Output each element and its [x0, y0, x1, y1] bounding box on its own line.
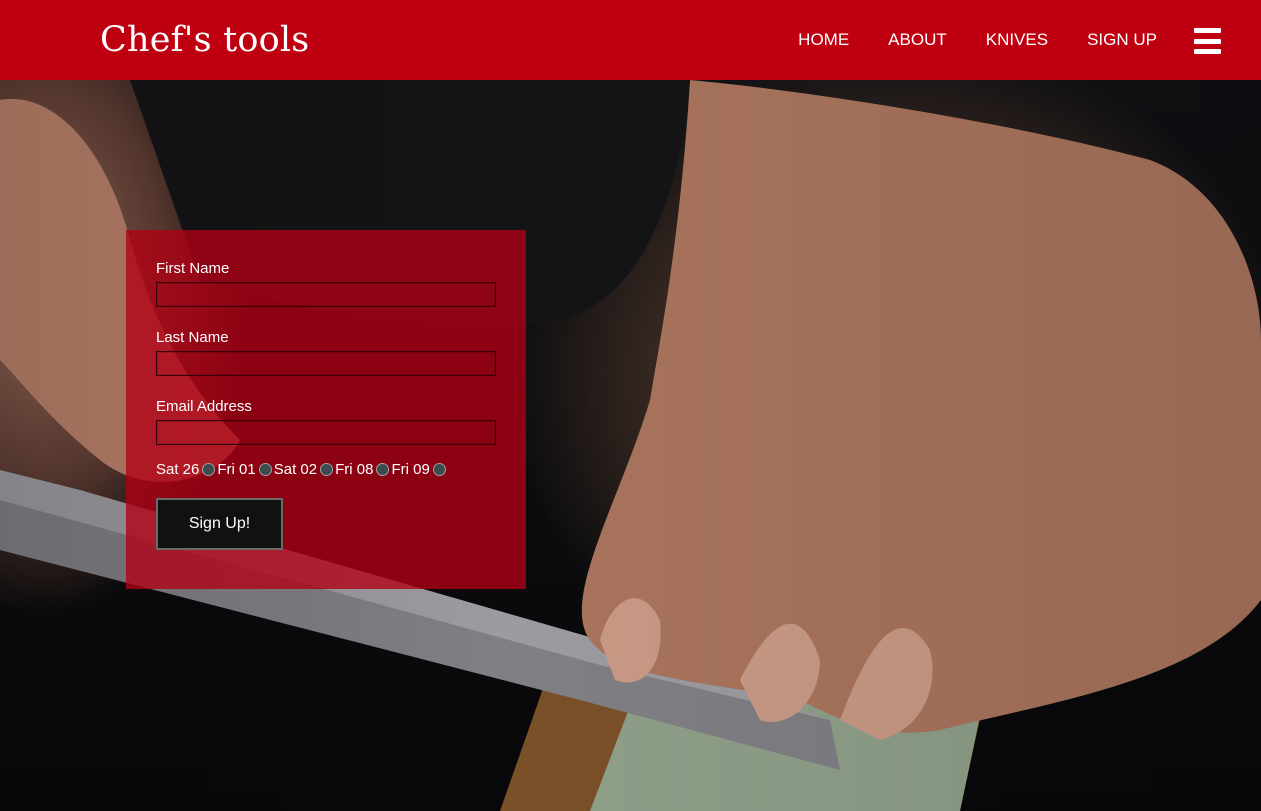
date-radio-group: Sat 26 Fri 01 Sat 02 Fri 08 Fri 09	[156, 461, 496, 478]
date-radio[interactable]	[320, 463, 334, 476]
site-logo-text[interactable]: Chef's tools	[100, 18, 309, 62]
date-option[interactable]: Fri 08	[335, 461, 390, 478]
date-radio[interactable]	[258, 463, 272, 476]
main-nav: HOME ABOUT KNIVES SIGN UP	[759, 29, 1157, 51]
date-radio[interactable]	[376, 463, 390, 476]
date-option[interactable]: Sat 26	[156, 461, 216, 478]
date-option[interactable]: Sat 02	[273, 461, 334, 478]
date-label: Fri 09	[391, 461, 430, 478]
signup-form: First Name Last Name Email Address Sat 2…	[126, 230, 526, 589]
email-group: Email Address	[156, 398, 496, 445]
nav-link-sign-up[interactable]: SIGN UP	[1087, 29, 1157, 51]
email-input[interactable]	[156, 420, 496, 445]
date-label: Sat 26	[156, 461, 200, 478]
first-name-input[interactable]	[156, 282, 496, 307]
date-label: Fri 01	[217, 461, 256, 478]
date-option[interactable]: Fri 09	[391, 461, 446, 478]
email-label: Email Address	[156, 398, 252, 415]
last-name-input[interactable]	[156, 351, 496, 376]
sign-up-submit-button[interactable]: Sign Up!	[156, 498, 283, 550]
top-navigation-bar: Chef's tools HOME ABOUT KNIVES SIGN UP	[0, 0, 1261, 80]
date-option[interactable]: Fri 01	[217, 461, 272, 478]
nav-link-about[interactable]: ABOUT	[888, 29, 947, 51]
nav-link-knives[interactable]: KNIVES	[986, 29, 1048, 51]
last-name-label: Last Name	[156, 329, 229, 346]
last-name-group: Last Name	[156, 329, 496, 376]
first-name-group: First Name	[156, 260, 496, 307]
nav-link-home[interactable]: HOME	[798, 29, 849, 51]
date-radio[interactable]	[202, 463, 216, 476]
date-radio[interactable]	[432, 463, 446, 476]
hamburger-menu-icon[interactable]	[1194, 28, 1221, 54]
date-label: Fri 08	[335, 461, 374, 478]
date-label: Sat 02	[273, 461, 318, 478]
first-name-label: First Name	[156, 260, 230, 277]
